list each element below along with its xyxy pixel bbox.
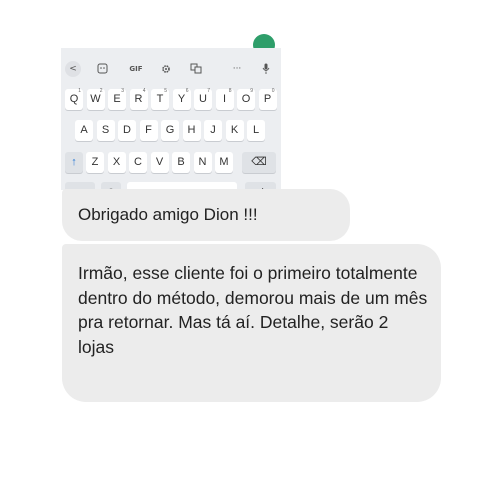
key-v[interactable]: V [150,152,169,173]
settings-gear-icon[interactable] [159,58,173,80]
key-hint-number: 9 [250,88,253,94]
message-bubble: Irmão, esse cliente foi o primeiro total… [62,244,441,402]
key-b[interactable]: B [172,152,190,173]
key-hint-number: 8 [228,88,232,94]
key-hint-number: 2 [99,88,103,94]
key-r[interactable]: R4 [129,88,148,110]
gif-button[interactable]: GIF [125,58,147,80]
key-s[interactable]: S [96,120,115,141]
keyboard-toolbar: < GIF ··· [61,58,281,80]
key-e[interactable]: E3 [108,88,126,110]
key-q[interactable]: Q1 [65,88,83,110]
key-hint-number: 5 [164,88,167,94]
key-w[interactable]: W2 [86,88,105,110]
shift-key[interactable]: ↑ [65,152,83,173]
key-hint-number: 6 [185,88,189,94]
message-text: Obrigado amigo Dion !!! [78,205,258,224]
back-icon[interactable]: < [65,61,81,77]
key-i[interactable]: I8 [215,88,234,110]
key-y[interactable]: Y6 [172,88,191,110]
key-j[interactable]: J [204,120,222,141]
more-options-icon[interactable]: ··· [229,58,245,80]
key-hint-number: 1 [78,88,81,94]
key-o[interactable]: O9 [237,88,255,110]
backspace-key[interactable]: ⌫ [242,152,276,173]
message-bubble: Obrigado amigo Dion !!! [62,189,350,241]
key-k[interactable]: K [225,120,244,141]
key-t[interactable]: T5 [151,88,169,110]
sticker-icon[interactable] [95,58,109,80]
key-hint-number: 3 [121,88,124,94]
key-h[interactable]: H [182,120,201,141]
key-hint-number: 0 [271,88,275,94]
key-u[interactable]: U7 [194,88,212,110]
key-p[interactable]: P0 [258,88,277,110]
keyboard: < GIF ··· Q1W2E3R4T5Y6U7I8O9P0 ASDFGHJKL Z… [61,48,281,190]
key-hint-number: 4 [142,88,146,94]
key-z[interactable]: Z [86,152,104,173]
key-c[interactable]: C [129,152,147,173]
key-g[interactable]: G [161,120,179,141]
key-d[interactable]: D [118,120,136,141]
key-hint-number: 7 [207,88,210,94]
key-x[interactable]: X [107,152,126,173]
microphone-icon[interactable] [259,58,273,80]
key-l[interactable]: L [247,120,265,141]
key-n[interactable]: N [193,152,212,173]
message-text: Irmão, esse cliente foi o primeiro total… [78,263,428,357]
translate-icon[interactable] [189,58,203,80]
key-m[interactable]: M [215,152,233,173]
key-a[interactable]: A [75,120,93,141]
key-f[interactable]: F [139,120,158,141]
